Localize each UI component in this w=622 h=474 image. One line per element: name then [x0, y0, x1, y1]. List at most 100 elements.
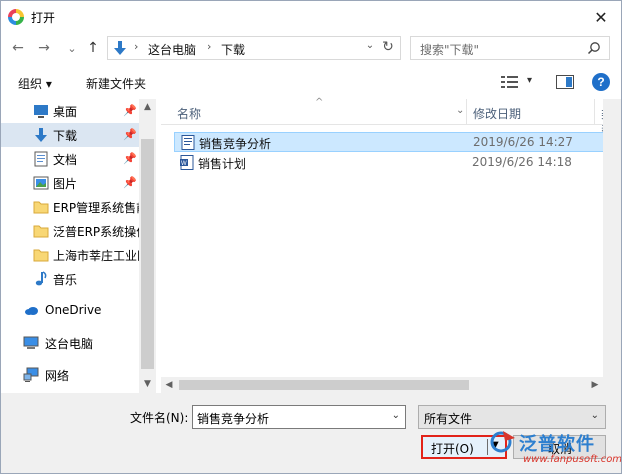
- forward-button[interactable]: →: [35, 38, 53, 58]
- sidebar-item-label: ERP管理系统售前: [53, 201, 139, 215]
- filename-value: 销售竞争分析: [197, 412, 270, 426]
- sidebar-item-downloads[interactable]: 下载 📌: [1, 123, 139, 147]
- navigation-scrollbar[interactable]: ▲ ▼: [139, 99, 156, 393]
- sidebar-item-label: OneDrive: [45, 303, 102, 317]
- refresh-icon[interactable]: ↻: [380, 39, 396, 55]
- chevron-down-icon: ⌄: [67, 41, 77, 55]
- computer-icon: [23, 336, 39, 349]
- close-button[interactable]: ✕: [581, 1, 621, 33]
- new-folder-button[interactable]: 新建文件夹: [86, 75, 146, 92]
- word-document-icon: W: [180, 155, 194, 170]
- up-button[interactable]: ↑: [84, 38, 102, 58]
- sidebar-item-documents[interactable]: 文档 📌: [1, 147, 139, 171]
- file-type-value: 所有文件: [424, 412, 473, 426]
- sidebar-item-folder[interactable]: ERP管理系统售前: [1, 195, 139, 219]
- svg-text:W: W: [181, 161, 187, 167]
- sidebar-item-label: 泛普ERP系统操作: [53, 225, 139, 239]
- pin-icon: 📌: [123, 152, 137, 165]
- column-header-date[interactable]: 修改日期: [473, 105, 521, 122]
- file-list: ^ 名称 ⌄ 修改日期 类型 销售竞争分析 2019/6/26 14:27 PN…: [161, 97, 621, 377]
- address-history-button[interactable]: ⌄: [363, 40, 377, 51]
- chevron-down-icon: ⌄: [590, 410, 599, 421]
- scroll-right-icon[interactable]: ▶: [587, 377, 603, 393]
- sidebar-item-music[interactable]: 音乐: [1, 267, 139, 291]
- folder-icon: [33, 249, 49, 262]
- scrollbar-thumb[interactable]: [179, 380, 469, 390]
- navigation-bar: ← → ⌄ ↑ › 这台电脑 › 下载 ⌄ ↻ 搜索"下载": [1, 33, 621, 63]
- recent-locations-button[interactable]: ⌄: [63, 38, 81, 58]
- watermark-url: www.fanpusoft.com: [523, 454, 622, 465]
- view-options-icon[interactable]: [500, 74, 520, 90]
- address-bar[interactable]: › 这台电脑 › 下载 ⌄ ↻: [107, 36, 401, 60]
- pin-icon: 📌: [123, 176, 137, 189]
- file-date: 2019/6/26 14:27: [473, 135, 573, 149]
- sidebar-item-label: 上海市莘庄工业区: [53, 249, 139, 263]
- title-bar: 打开 ✕: [1, 1, 621, 33]
- split-divider: [487, 439, 488, 455]
- search-input[interactable]: 搜索"下载": [410, 36, 610, 60]
- file-type-select[interactable]: 所有文件 ⌄: [418, 405, 606, 429]
- column-header-name[interactable]: 名称: [177, 105, 201, 122]
- scrollbar-thumb[interactable]: [141, 139, 154, 369]
- pin-icon: 📌: [123, 104, 137, 117]
- sort-ascending-icon: ^: [315, 97, 324, 108]
- organize-button[interactable]: 组织 ▾: [18, 75, 52, 92]
- folder-icon: [33, 225, 49, 238]
- network-icon: [23, 367, 39, 382]
- scroll-up-icon[interactable]: ▲: [139, 99, 156, 116]
- app-logo-icon: [8, 9, 24, 25]
- search-placeholder: 搜索"下载": [420, 43, 480, 57]
- download-icon: [35, 128, 47, 142]
- sidebar-item-network[interactable]: 网络: [1, 363, 139, 387]
- file-row[interactable]: W 销售计划 2019/6/26 14:18 Mi: [174, 153, 621, 173]
- command-bar: 组织 ▾ 新建文件夹 ▾ ?: [1, 65, 621, 99]
- chevron-down-icon[interactable]: ⌄: [392, 410, 400, 421]
- forward-arrow-icon: →: [38, 40, 50, 56]
- file-date: 2019/6/26 14:18: [472, 155, 572, 169]
- watermark: 泛普软件 www.fanpusoft.com: [489, 428, 622, 472]
- pin-icon: 📌: [123, 128, 137, 141]
- sidebar-item-folder[interactable]: 泛普ERP系统操作: [1, 219, 139, 243]
- navigation-pane: 桌面 📌 下载 📌 文档 📌 图片 📌 ERP管理系统售前 泛普ERP系统操作 …: [1, 99, 156, 393]
- file-row[interactable]: 销售竞争分析 2019/6/26 14:27 PN: [174, 132, 621, 152]
- breadcrumb-separator[interactable]: ›: [134, 40, 138, 53]
- onedrive-icon: [25, 307, 38, 315]
- close-icon: ✕: [594, 7, 608, 27]
- scroll-down-icon[interactable]: ▼: [139, 376, 156, 393]
- breadcrumb-downloads[interactable]: 下载: [221, 41, 245, 58]
- breadcrumb-this-pc[interactable]: 这台电脑: [148, 41, 196, 58]
- help-icon[interactable]: ?: [592, 73, 610, 91]
- file-list-vertical-scrollbar[interactable]: [603, 99, 621, 377]
- view-dropdown-icon[interactable]: ▾: [527, 75, 532, 86]
- search-icon: [587, 42, 600, 55]
- desktop-icon: [34, 105, 48, 118]
- open-file-dialog: 打开 ✕ ← → ⌄ ↑ › 这台电脑 › 下载 ⌄ ↻ 搜索"下载" 组织 ▾…: [0, 0, 622, 474]
- sidebar-item-label: 这台电脑: [45, 337, 94, 351]
- download-icon: [114, 41, 126, 55]
- back-button[interactable]: ←: [9, 38, 27, 58]
- file-name: 销售计划: [198, 157, 247, 171]
- preview-pane-icon[interactable]: [556, 75, 574, 89]
- column-filter-dropdown-icon[interactable]: ⌄: [456, 105, 464, 116]
- column-divider[interactable]: [594, 99, 595, 125]
- column-divider[interactable]: [466, 99, 467, 125]
- file-name: 销售竞争分析: [199, 137, 272, 151]
- filename-label: 文件名(N):: [130, 411, 189, 425]
- sidebar-item-this-pc[interactable]: 这台电脑: [1, 331, 139, 355]
- picture-icon: [33, 176, 49, 190]
- column-header-row: ^ 名称 ⌄ 修改日期 类型: [161, 97, 621, 138]
- scrollbar-corner: [603, 377, 621, 393]
- filename-input[interactable]: 销售竞争分析 ⌄: [192, 405, 406, 429]
- back-arrow-icon: ←: [12, 40, 24, 56]
- breadcrumb-separator[interactable]: ›: [207, 40, 211, 53]
- folder-icon: [33, 201, 49, 214]
- scroll-left-icon[interactable]: ◀: [161, 377, 177, 393]
- sidebar-item-label: 网络: [45, 369, 70, 383]
- watermark-text: 泛普软件: [519, 434, 595, 455]
- sidebar-item-onedrive[interactable]: OneDrive: [1, 299, 139, 323]
- sidebar-item-desktop[interactable]: 桌面 📌: [1, 99, 139, 123]
- fanpu-logo-icon: [490, 431, 515, 453]
- sidebar-item-pictures[interactable]: 图片 📌: [1, 171, 139, 195]
- sidebar-item-folder[interactable]: 上海市莘庄工业区: [1, 243, 139, 267]
- file-list-horizontal-scrollbar[interactable]: ◀ ▶: [161, 377, 603, 393]
